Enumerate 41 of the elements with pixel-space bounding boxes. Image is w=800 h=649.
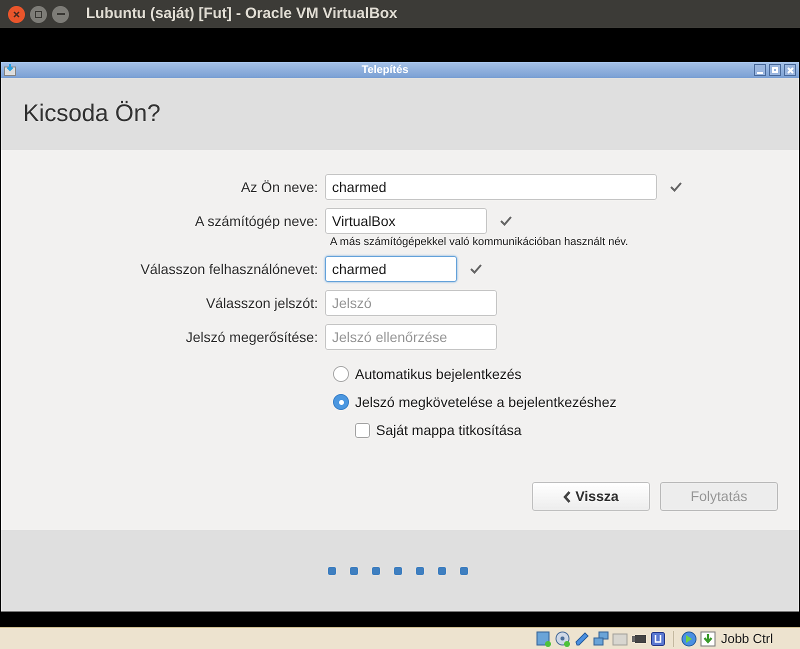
minimize-button[interactable] [754, 64, 766, 76]
maximize-button[interactable] [769, 64, 781, 76]
radio-button[interactable] [333, 366, 349, 382]
checkbox[interactable] [355, 422, 370, 438]
checkmark-icon [499, 215, 513, 227]
field-label: Az Ön neve: [240, 178, 319, 196]
text-field[interactable]: VirtualBox [325, 208, 487, 234]
chip-icon[interactable] [650, 630, 666, 646]
download-icon[interactable] [700, 630, 716, 646]
dialog-title: Telepítés [360, 62, 410, 78]
back-button[interactable]: Vissza [532, 482, 650, 511]
text-field[interactable]: Jelszó [325, 290, 497, 316]
checkmark-icon [469, 263, 483, 275]
radio-button[interactable] [333, 394, 349, 410]
globe-icon[interactable] [680, 630, 697, 646]
close-button[interactable] [8, 6, 25, 22]
host-key-label: Jobb Ctrl [720, 630, 773, 648]
pen-icon[interactable] [574, 630, 590, 646]
text-field[interactable]: Jelszó ellenőrzése [325, 324, 497, 350]
minimize-button[interactable] [52, 6, 69, 22]
installer-icon [4, 64, 16, 76]
chevron-left-icon [563, 490, 572, 502]
checkbox-label[interactable]: Saját mappa titkosítása [376, 420, 522, 440]
field-label: Jelszó megerősítése: [184, 328, 319, 347]
text-field[interactable]: charmed [325, 174, 657, 200]
checkmark-icon [669, 181, 683, 193]
field-label: Válasszon jelszót: [204, 294, 319, 313]
field-label: A számítógép neve: [194, 212, 319, 231]
radio-label[interactable]: Jelszó megkövetelése a bejelentkezéshez [355, 392, 616, 412]
network-icon[interactable] [592, 630, 609, 646]
text-field[interactable]: charmed [325, 256, 457, 282]
disc-icon[interactable] [554, 630, 571, 646]
field-hint: A más számítógépekkel való kommunikációban használt név. [330, 235, 630, 249]
window-title: Lubuntu (saját) [Fut] - Oracle VM VirtualBox [86, 4, 398, 24]
field-label: Válasszon felhasználónevet: [140, 260, 319, 278]
page-heading: Kicsoda Ön? [23, 99, 160, 129]
close-icon [13, 10, 20, 18]
maximize-button[interactable] [30, 6, 47, 22]
radio-label[interactable]: Automatikus bejelentkezés [355, 364, 522, 384]
close-icon [786, 66, 794, 74]
close-button[interactable] [784, 64, 796, 76]
